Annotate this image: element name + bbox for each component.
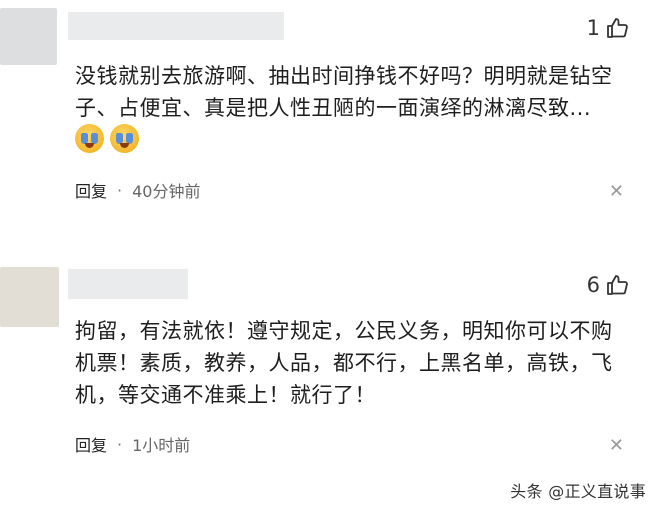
- comment-time: 40分钟前: [132, 182, 201, 201]
- close-icon[interactable]: ✕: [609, 181, 624, 202]
- comment-item: 6 拘留，有法就依！遵守规定，公民义务，明知你可以不购 机票！素质，教养，人品，…: [0, 255, 660, 485]
- watermark: 头条 @正义直说事: [510, 482, 646, 501]
- comment-item: 1 没钱就别去旅游啊、抽出时间挣钱不好吗？明明就是钻空 子、占便宜、真是把人性丑…: [0, 0, 660, 235]
- like-button[interactable]: 1: [587, 16, 630, 40]
- close-icon[interactable]: ✕: [609, 435, 624, 456]
- reply-button[interactable]: 回复: [75, 432, 107, 456]
- comment-text: 没钱就别去旅游啊、抽出时间挣钱不好吗？明明就是钻空 子、占便宜、真是把人性丑陋的…: [75, 60, 635, 124]
- avatar[interactable]: [0, 8, 57, 65]
- thumbs-up-icon: [606, 273, 630, 297]
- like-count: 6: [586, 273, 600, 297]
- like-count: 1: [586, 16, 600, 40]
- comment-text: 拘留，有法就依！遵守规定，公民义务，明知你可以不购 机票！素质，教养，人品，都不…: [75, 315, 635, 411]
- comment-text-line: 机，等交通不准乘上！就行了！: [75, 383, 376, 407]
- comment-meta: 回复 · 40分钟前: [75, 178, 200, 202]
- comment-meta: 回复 · 1小时前: [75, 432, 190, 456]
- comment-time: 1小时前: [132, 436, 191, 455]
- meta-separator: ·: [117, 180, 123, 200]
- reply-button[interactable]: 回复: [75, 178, 107, 202]
- like-button[interactable]: 6: [587, 273, 630, 297]
- thumbs-up-icon: [606, 16, 630, 40]
- emoji-row: [75, 124, 139, 153]
- comment-text-line: 子、占便宜、真是把人性丑陋的一面演绎的淋漓尽致...: [75, 96, 592, 120]
- username-placeholder[interactable]: [68, 269, 188, 299]
- meta-separator: ·: [117, 434, 123, 454]
- comment-text-line: 拘留，有法就依！遵守规定，公民义务，明知你可以不购: [75, 319, 613, 343]
- crying-face-icon: [110, 124, 139, 153]
- username-placeholder[interactable]: [68, 12, 284, 40]
- avatar[interactable]: [0, 267, 59, 327]
- crying-face-icon: [75, 124, 104, 153]
- comment-text-line: 没钱就别去旅游啊、抽出时间挣钱不好吗？明明就是钻空: [75, 64, 613, 88]
- comment-text-line: 机票！素质，教养，人品，都不行，上黑名单，高铁，飞: [75, 351, 613, 375]
